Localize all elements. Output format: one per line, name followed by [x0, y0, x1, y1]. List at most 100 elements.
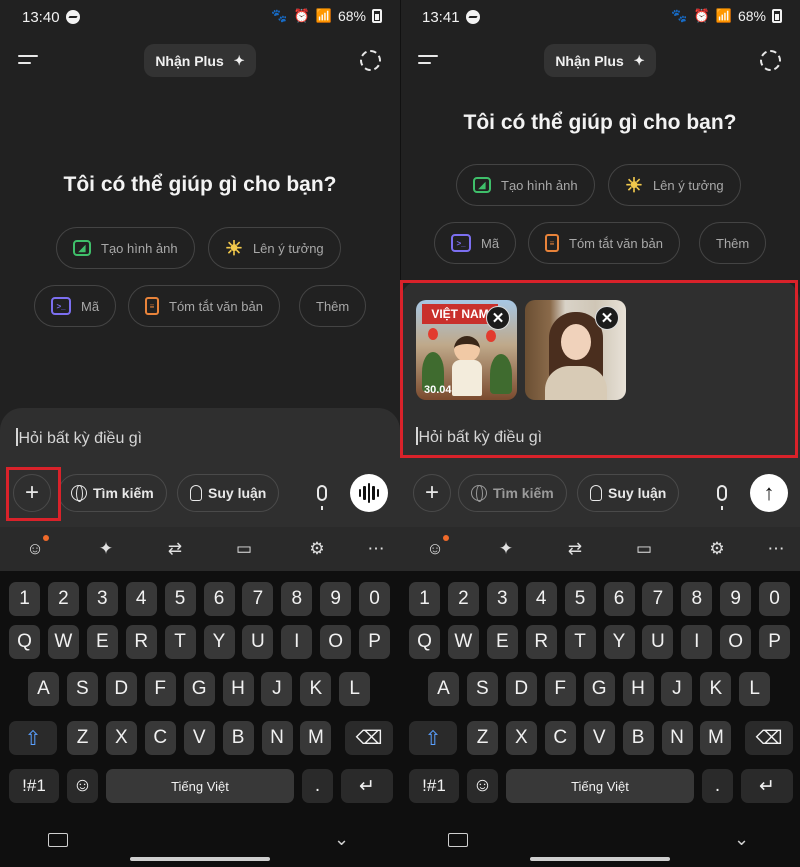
key-4[interactable]: 4: [125, 582, 157, 616]
key-s[interactable]: S: [66, 672, 98, 706]
symbols-key[interactable]: !#1: [409, 769, 459, 803]
menu-icon[interactable]: [418, 52, 442, 70]
key-e[interactable]: E: [486, 625, 518, 659]
key-t[interactable]: T: [564, 625, 596, 659]
key-2[interactable]: 2: [447, 582, 479, 616]
emoji-key[interactable]: ☺: [67, 769, 98, 803]
key-z[interactable]: Z: [467, 721, 498, 755]
chip-create-image[interactable]: ◢ Tạo hình ảnh: [56, 227, 195, 269]
key-h[interactable]: H: [622, 672, 654, 706]
voice-mode-button[interactable]: [350, 474, 388, 512]
backspace-key[interactable]: ⌫: [345, 721, 393, 755]
key-y[interactable]: Y: [603, 625, 635, 659]
reason-button[interactable]: Suy luận: [577, 474, 680, 512]
key-w[interactable]: W: [47, 625, 79, 659]
chip-brainstorm[interactable]: ☀ Lên ý tưởng: [608, 164, 741, 206]
chip-brainstorm[interactable]: ☀ Lên ý tưởng: [208, 227, 341, 269]
period-key[interactable]: .: [302, 769, 333, 803]
key-o[interactable]: O: [320, 625, 352, 659]
chevron-down-icon[interactable]: ⌄: [734, 829, 749, 850]
keyboard-switch-icon[interactable]: [448, 833, 468, 847]
key-i[interactable]: I: [281, 625, 313, 659]
emoji-icon[interactable]: ☺: [423, 535, 449, 561]
key-j[interactable]: J: [661, 672, 693, 706]
chevron-down-icon[interactable]: ⌄: [334, 829, 349, 850]
sparkle-tools-icon[interactable]: ✦: [494, 537, 518, 561]
chip-create-image[interactable]: ◢ Tạo hình ảnh: [456, 164, 595, 206]
key-d[interactable]: D: [505, 672, 537, 706]
key-8[interactable]: 8: [681, 582, 713, 616]
key-f[interactable]: F: [544, 672, 576, 706]
key-w[interactable]: W: [447, 625, 479, 659]
key-c[interactable]: C: [544, 721, 576, 755]
search-button[interactable]: Tìm kiếm: [458, 474, 567, 512]
reason-button[interactable]: Suy luận: [177, 474, 280, 512]
key-a[interactable]: A: [28, 672, 59, 706]
key-3[interactable]: 3: [486, 582, 518, 616]
get-plus-button[interactable]: Nhận Plus ✦: [144, 44, 256, 77]
clipboard-icon[interactable]: ▭: [632, 537, 656, 561]
enter-key[interactable]: ↵: [341, 769, 393, 803]
menu-icon[interactable]: [18, 52, 42, 70]
key-k[interactable]: K: [700, 672, 732, 706]
key-4[interactable]: 4: [525, 582, 557, 616]
key-l[interactable]: L: [739, 672, 771, 706]
add-attachment-button[interactable]: +: [413, 474, 451, 512]
nav-handle[interactable]: [130, 857, 270, 861]
key-b[interactable]: B: [622, 721, 654, 755]
more-icon[interactable]: ⋯: [364, 537, 388, 561]
key-z[interactable]: Z: [67, 721, 98, 755]
key-7[interactable]: 7: [642, 582, 674, 616]
key-h[interactable]: H: [222, 672, 254, 706]
space-key[interactable]: Tiếng Việt: [506, 769, 694, 803]
key-q[interactable]: Q: [409, 625, 440, 659]
chip-code[interactable]: >_ Mã: [434, 222, 517, 264]
chip-code[interactable]: >_ Mã: [34, 285, 117, 327]
space-key[interactable]: Tiếng Việt: [106, 769, 294, 803]
more-icon[interactable]: ⋯: [764, 537, 788, 561]
key-l[interactable]: L: [339, 672, 371, 706]
key-d[interactable]: D: [105, 672, 137, 706]
clipboard-icon[interactable]: ▭: [232, 537, 256, 561]
send-button[interactable]: ↑: [750, 474, 788, 512]
backspace-key[interactable]: ⌫: [745, 721, 793, 755]
key-j[interactable]: J: [261, 672, 293, 706]
key-9[interactable]: 9: [320, 582, 352, 616]
key-8[interactable]: 8: [281, 582, 313, 616]
key-c[interactable]: C: [144, 721, 176, 755]
chip-summarize[interactable]: ≡ Tóm tắt văn bản: [528, 222, 680, 264]
chip-summarize[interactable]: ≡ Tóm tắt văn bản: [128, 285, 280, 327]
key-a[interactable]: A: [428, 672, 459, 706]
search-button[interactable]: Tìm kiếm: [58, 474, 167, 512]
key-k[interactable]: K: [300, 672, 332, 706]
period-key[interactable]: .: [702, 769, 733, 803]
keyboard-switch-icon[interactable]: [48, 833, 68, 847]
key-y[interactable]: Y: [203, 625, 235, 659]
key-s[interactable]: S: [466, 672, 498, 706]
key-1[interactable]: 1: [9, 582, 40, 616]
key-5[interactable]: 5: [564, 582, 596, 616]
key-5[interactable]: 5: [164, 582, 196, 616]
key-g[interactable]: G: [183, 672, 215, 706]
key-v[interactable]: V: [583, 721, 615, 755]
key-0[interactable]: 0: [359, 582, 391, 616]
key-b[interactable]: B: [222, 721, 254, 755]
key-6[interactable]: 6: [203, 582, 235, 616]
settings-icon[interactable]: ⚙: [705, 537, 729, 561]
shift-key[interactable]: ⇧: [9, 721, 57, 755]
key-t[interactable]: T: [164, 625, 196, 659]
key-v[interactable]: V: [183, 721, 215, 755]
key-p[interactable]: P: [359, 625, 391, 659]
chip-more[interactable]: Thêm: [699, 222, 767, 264]
key-i[interactable]: I: [681, 625, 713, 659]
translate-icon[interactable]: ⇄: [163, 537, 187, 561]
key-r[interactable]: R: [125, 625, 157, 659]
key-q[interactable]: Q: [9, 625, 40, 659]
chip-more[interactable]: Thêm: [299, 285, 367, 327]
enter-key[interactable]: ↵: [741, 769, 793, 803]
key-r[interactable]: R: [525, 625, 557, 659]
key-9[interactable]: 9: [720, 582, 752, 616]
key-n[interactable]: N: [661, 721, 693, 755]
key-3[interactable]: 3: [86, 582, 118, 616]
key-0[interactable]: 0: [759, 582, 791, 616]
